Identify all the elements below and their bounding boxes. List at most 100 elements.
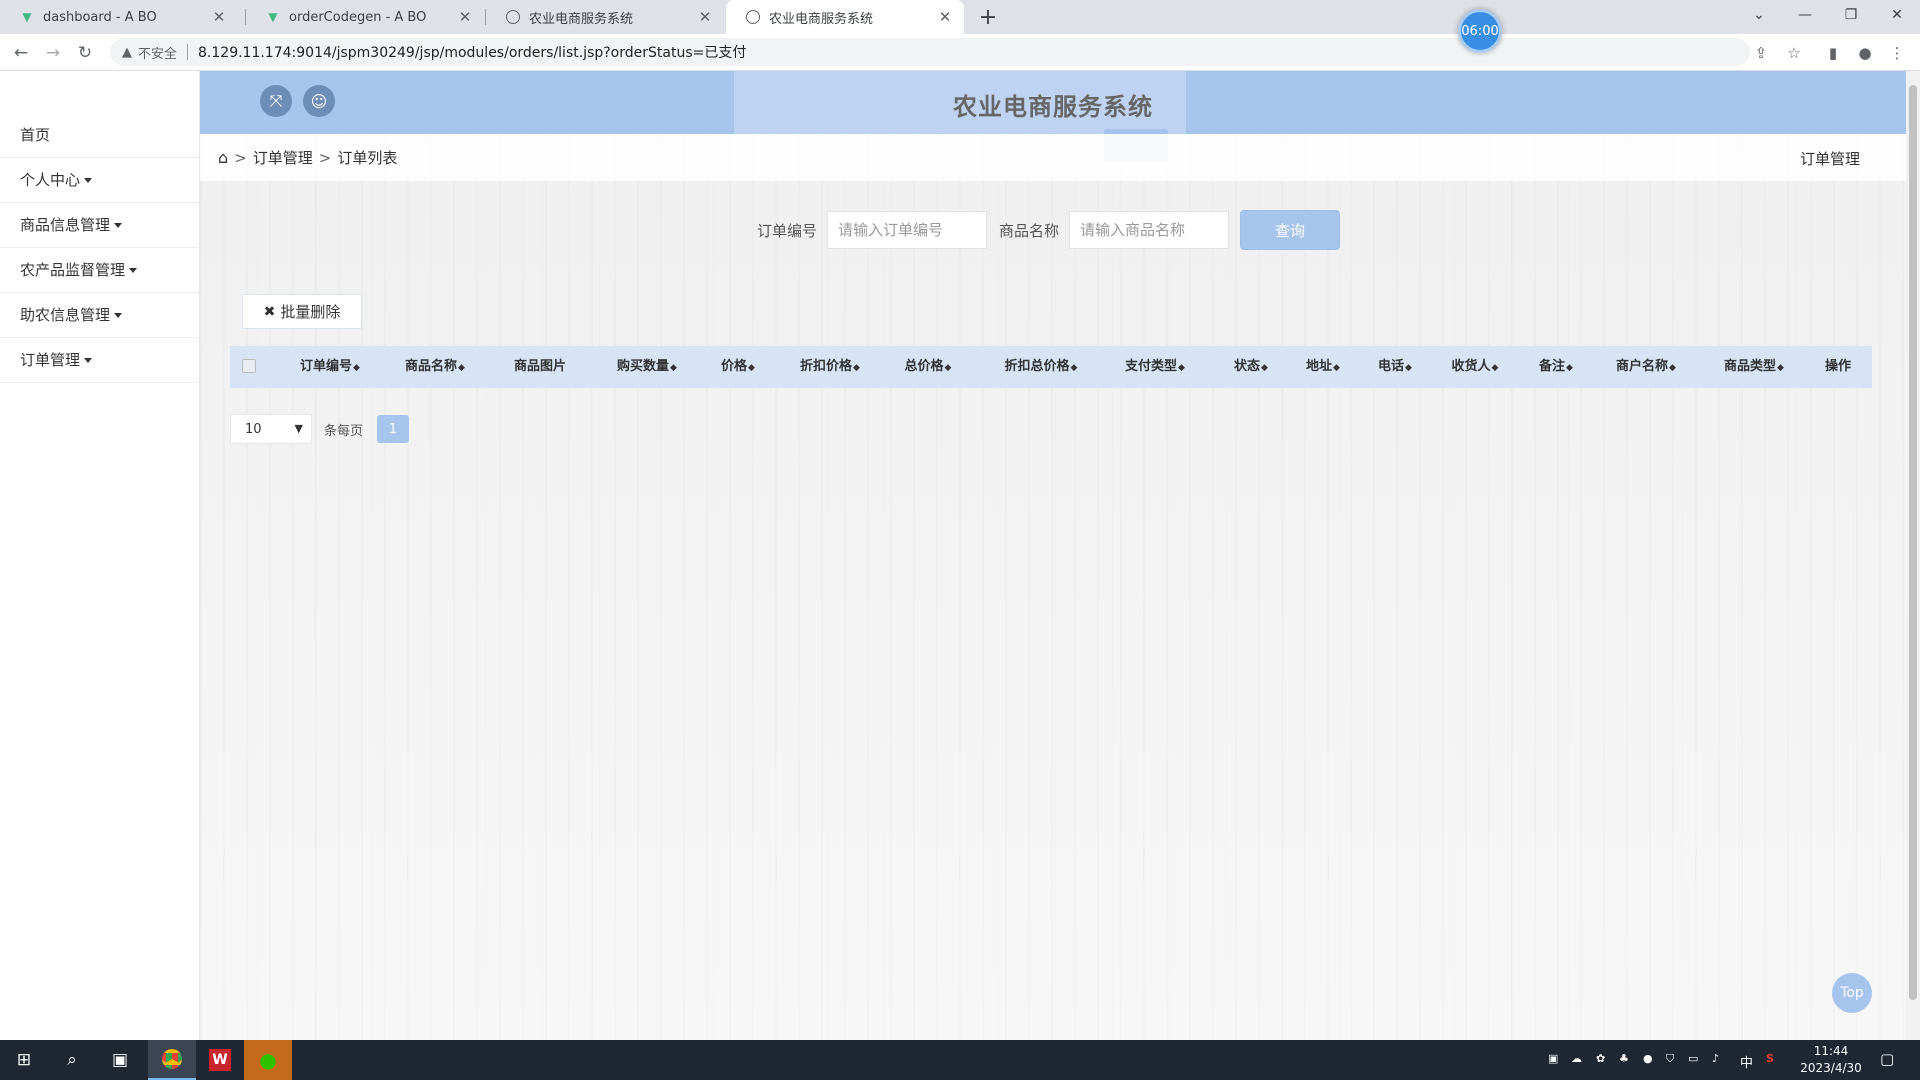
close-icon[interactable]: ✕ — [210, 8, 228, 26]
sort-icon: ◆ — [1070, 363, 1078, 373]
notification-icon[interactable]: ▢ — [1880, 1050, 1894, 1068]
breadcrumb-order-management[interactable]: 订单管理 — [253, 147, 313, 168]
back-arrow-icon[interactable]: ← — [8, 40, 34, 66]
column-label: 收货人 — [1451, 359, 1491, 374]
column-header-address[interactable]: 地址◆ — [1298, 346, 1348, 388]
reload-icon[interactable]: ↻ — [72, 40, 98, 66]
forward-arrow-icon[interactable]: → — [40, 40, 66, 66]
system-clock[interactable]: 11:44 2023/4/30 — [1796, 1043, 1866, 1077]
ime-indicator[interactable]: 中 — [1740, 1052, 1753, 1071]
home-icon[interactable]: ⌂ — [218, 148, 228, 167]
column-header-merchant[interactable]: 商户名称◆ — [1606, 346, 1686, 388]
sidebar-item-personal-center[interactable]: 个人中心 — [0, 158, 199, 203]
side-panel-icon[interactable]: ▮ — [1822, 42, 1844, 64]
search-icon[interactable]: ⌕ — [48, 1040, 96, 1080]
tray-app-icon[interactable]: ✿ — [1596, 1052, 1605, 1065]
column-header-remark[interactable]: 备注◆ — [1531, 346, 1581, 388]
network-icon[interactable]: ▭ — [1688, 1052, 1698, 1065]
column-header-discount-price[interactable]: 折扣价格◆ — [790, 346, 870, 388]
sidebar-item-orders[interactable]: 订单管理 — [0, 338, 199, 383]
close-icon[interactable]: ✕ — [456, 8, 474, 26]
timer-badge[interactable]: 06:00 — [1458, 9, 1502, 53]
column-header-order-no[interactable]: 订单编号◆ — [290, 346, 370, 388]
query-button[interactable]: 查询 — [1240, 210, 1341, 250]
sort-icon: ◆ — [944, 363, 952, 373]
column-label: 购买数量 — [617, 359, 670, 374]
column-label: 商品类型 — [1724, 359, 1777, 374]
column-header-payment-type[interactable]: 支付类型◆ — [1115, 346, 1195, 388]
tab-search-icon[interactable]: ⌄ — [1736, 0, 1782, 30]
caret-down-icon — [84, 178, 93, 183]
wechat-app-icon[interactable]: ● — [244, 1040, 292, 1080]
sort-icon: ◆ — [1777, 363, 1784, 373]
tray-app-icon[interactable]: ♣ — [1619, 1052, 1629, 1065]
profile-icon[interactable]: ● — [1854, 42, 1876, 64]
sort-icon: ◆ — [1491, 363, 1499, 373]
back-to-top-button[interactable]: Top — [1832, 973, 1872, 1013]
browser-tab-dashboard[interactable]: ▼ dashboard - A BO ✕ — [0, 0, 238, 34]
browser-tab-system-1[interactable]: 农业电商服务系统 ✕ — [486, 0, 724, 34]
chrome-app-icon[interactable] — [148, 1040, 196, 1080]
cloud-icon[interactable]: ☁ — [1571, 1052, 1582, 1065]
column-header-status[interactable]: 状态◆ — [1226, 346, 1276, 388]
column-header-discount-total[interactable]: 折扣总价格◆ — [993, 346, 1089, 388]
warning-icon: ▲ — [122, 44, 132, 60]
column-header-price[interactable]: 价格◆ — [713, 346, 763, 388]
window-close-icon[interactable]: ✕ — [1874, 0, 1920, 30]
order-no-input[interactable] — [827, 211, 988, 249]
sort-icon: ◆ — [853, 363, 860, 373]
column-header-goods-name[interactable]: 商品名称◆ — [395, 346, 475, 388]
page-scrollbar[interactable] — [1906, 71, 1920, 1040]
sidebar-item-label: 商品信息管理 — [20, 216, 111, 234]
wps-app-icon[interactable]: W — [196, 1040, 244, 1080]
sidebar-item-home[interactable]: 首页 — [0, 113, 199, 158]
page-number-button[interactable]: 1 — [377, 415, 410, 443]
pagination: 10 ▼ 条每页 1 — [230, 414, 410, 444]
sort-icon: ◆ — [1178, 363, 1185, 373]
column-header-total-price[interactable]: 总价格◆ — [895, 346, 961, 388]
column-label: 商品图片 — [513, 359, 566, 374]
share-icon[interactable]: ⇪ — [1750, 42, 1772, 64]
restore-icon[interactable]: ❐ — [1828, 0, 1874, 30]
shield-icon[interactable]: ⛉ — [1666, 1052, 1674, 1066]
column-header-phone[interactable]: 电话◆ — [1370, 346, 1420, 388]
page-size-select[interactable]: 10 ▼ — [230, 414, 312, 444]
browser-tab-system-2[interactable]: 农业电商服务系统 ✕ — [726, 0, 964, 34]
select-all-checkbox[interactable] — [242, 359, 256, 373]
order-no-label: 订单编号 — [757, 221, 818, 240]
search-form: 订单编号 商品名称 查询 — [757, 210, 1341, 250]
sort-icon: ◆ — [670, 363, 677, 373]
sidebar-item-label: 助农信息管理 — [20, 306, 111, 324]
sort-icon: ◆ — [458, 363, 465, 373]
column-label: 地址 — [1306, 359, 1333, 374]
sidebar-item-farm-aid-info[interactable]: 助农信息管理 — [0, 293, 199, 338]
close-icon[interactable]: ✕ — [936, 8, 954, 26]
browser-tab-ordercodegen[interactable]: ▼ orderCodegen - A BO ✕ — [246, 0, 484, 34]
batch-delete-button[interactable]: ✖ 批量删除 — [242, 294, 362, 329]
wechat-tray-icon[interactable]: ● — [1643, 1052, 1653, 1065]
menu-dots-icon[interactable]: ⋮ — [1886, 42, 1908, 64]
vue-favicon-icon: ▼ — [22, 10, 32, 24]
goods-name-input[interactable] — [1069, 211, 1230, 249]
address-bar[interactable]: ▲ 不安全 8.129.11.174:9014/jspm30249/jsp/mo… — [110, 38, 1750, 66]
new-tab-button[interactable]: + — [975, 4, 1001, 30]
bookmark-star-icon[interactable]: ☆ — [1783, 42, 1805, 64]
breadcrumb-current-module: 订单管理 — [1799, 150, 1860, 168]
volume-icon[interactable]: ♪ — [1712, 1052, 1719, 1065]
column-label: 商品名称 — [405, 359, 458, 374]
column-header-receiver[interactable]: 收货人◆ — [1442, 346, 1508, 388]
task-view-icon[interactable]: ▣ — [96, 1040, 144, 1080]
sidebar-item-goods-info[interactable]: 商品信息管理 — [0, 203, 199, 248]
breadcrumb-separator: > — [318, 148, 332, 167]
column-header-quantity[interactable]: 购买数量◆ — [607, 346, 687, 388]
column-header-goods-type[interactable]: 商品类型◆ — [1714, 346, 1794, 388]
windows-start-icon[interactable]: ⊞ — [0, 1040, 48, 1080]
column-label: 订单编号 — [300, 359, 353, 374]
sidebar-item-product-supervision[interactable]: 农产品监督管理 — [0, 248, 199, 293]
scrollbar-thumb[interactable] — [1909, 85, 1917, 1000]
close-icon[interactable]: ✕ — [696, 8, 714, 26]
sogou-ime-icon[interactable]: S — [1766, 1052, 1774, 1065]
close-x-icon: ✖ — [263, 303, 276, 320]
tray-app-icon[interactable]: ▣ — [1548, 1052, 1558, 1065]
minimize-icon[interactable]: — — [1782, 0, 1828, 30]
